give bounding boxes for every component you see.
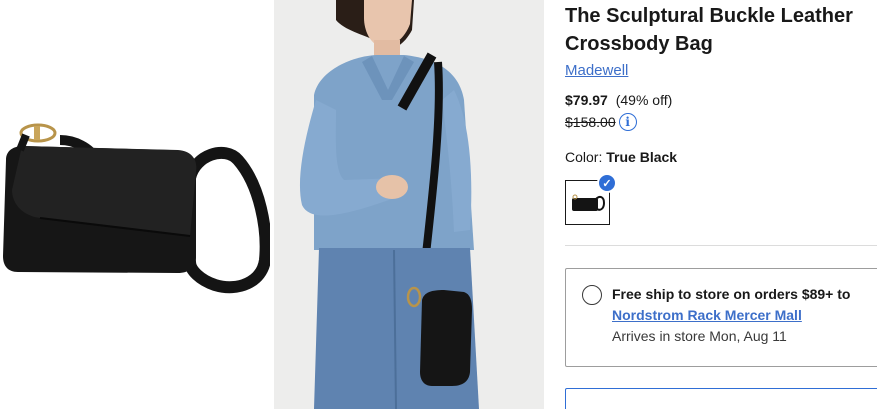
arrival-date: Arrives in store Mon, Aug 11: [612, 328, 787, 344]
color-selection-label: Color: True Black: [565, 149, 677, 165]
color-value: True Black: [606, 149, 678, 165]
product-image-main[interactable]: [0, 0, 270, 409]
product-info-panel: The Sculptural Buckle Leather Crossbody …: [565, 0, 877, 409]
delivery-option-selected[interactable]: [565, 388, 877, 409]
color-swatch-true-black[interactable]: ✓: [565, 173, 617, 225]
ship-option-radio[interactable]: [582, 285, 602, 305]
product-title: The Sculptural Buckle Leather Crossbody …: [565, 5, 853, 55]
product-image-model[interactable]: [274, 0, 544, 409]
store-link[interactable]: Nordstrom Rack Mercer Mall: [612, 307, 802, 323]
ship-option-title: Free ship to store on orders $89+ to: [612, 286, 851, 302]
sale-price: $79.97: [565, 92, 608, 108]
discount-percent: (49% off): [615, 92, 673, 108]
original-price-row: $158.00 i: [565, 113, 637, 131]
divider: [565, 245, 877, 246]
ship-to-store-option[interactable]: Free ship to store on orders $89+ to Nor…: [565, 268, 877, 367]
color-label: Color:: [565, 149, 603, 165]
ship-option-text: Free ship to store on orders $89+ to Nor…: [612, 284, 850, 347]
info-icon[interactable]: i: [618, 113, 637, 131]
price-row: $79.97 (49% off): [565, 92, 672, 108]
checkmark-icon: ✓: [597, 173, 617, 193]
original-price: $158.00: [565, 114, 616, 130]
brand-link[interactable]: Madewell: [565, 62, 628, 79]
